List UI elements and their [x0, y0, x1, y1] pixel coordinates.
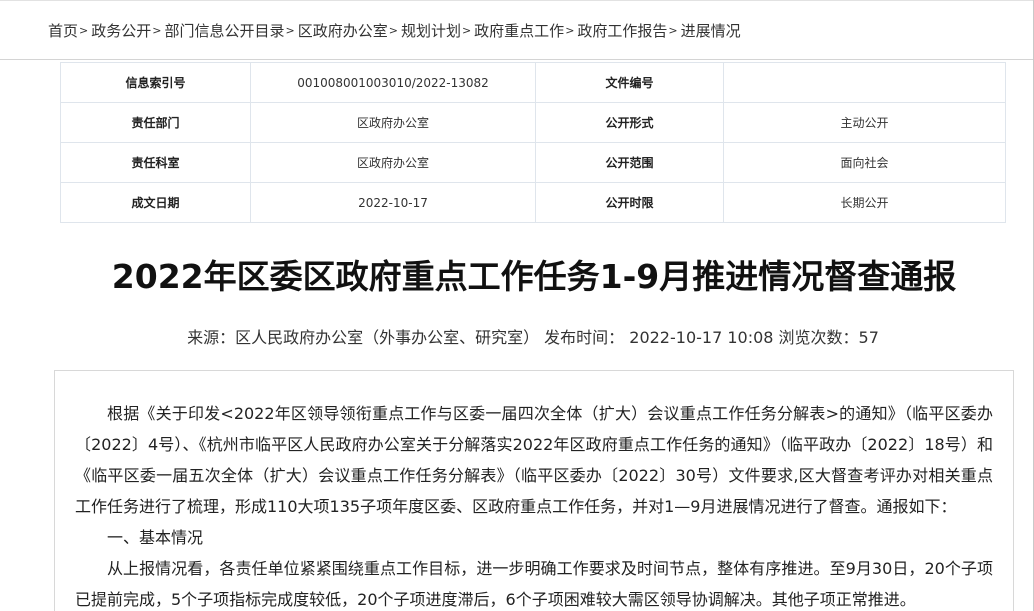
article-meta: 来源：区人民政府办公室（外事办公室、研究室） 发布时间： 2022-10-17 …	[187, 328, 879, 347]
responsible-dept-label: 责任部门	[60, 102, 251, 143]
breadcrumb-separator: >	[388, 23, 398, 37]
article-paragraph: 从上报情况看，各责任单位紧紧围绕重点工作目标，进一步明确工作要求及时间节点，整体…	[75, 559, 993, 609]
table-row: 责任部门 区政府办公室 公开形式 主动公开	[60, 102, 1006, 143]
table-row: 成文日期 2022-10-17 公开时限 长期公开	[60, 182, 1006, 223]
table-row: 责任科室 区政府办公室 公开范围 面向社会	[60, 142, 1006, 183]
document-info-table: 信息索引号 001008001003010/2022-13082 文件编号 责任…	[60, 62, 1006, 223]
index-number-label: 信息索引号	[60, 62, 251, 103]
breadcrumb-link-key-work[interactable]: 政府重点工作	[474, 20, 564, 41]
breadcrumb-link-dept-catalog[interactable]: 部门信息公开目录	[164, 20, 284, 41]
disclosure-form-label: 公开形式	[535, 102, 724, 143]
breadcrumb-link-district-office[interactable]: 区政府办公室	[298, 20, 388, 41]
written-date-label: 成文日期	[60, 182, 251, 223]
breadcrumb-home-link[interactable]: 首页	[48, 20, 78, 41]
index-number-value: 001008001003010/2022-13082	[250, 62, 536, 103]
disclosure-period-value: 长期公开	[723, 182, 1006, 223]
article-body: 根据《关于印发<2022年区领导领衔重点工作与区委一届四次全体（扩大）会议重点工…	[54, 370, 1014, 611]
breadcrumb-link-planning[interactable]: 规划计划	[401, 20, 461, 41]
breadcrumb-separator: >	[461, 23, 472, 37]
disclosure-period-label: 公开时限	[535, 182, 724, 223]
breadcrumb-link-work-report[interactable]: 政府工作报告	[577, 20, 667, 41]
disclosure-scope-label: 公开范围	[535, 142, 724, 183]
breadcrumb-separator: >	[79, 23, 89, 37]
disclosure-scope-value: 面向社会	[723, 142, 1006, 183]
breadcrumb-separator: >	[285, 23, 295, 37]
document-number-value	[723, 62, 1006, 103]
breadcrumb-link-gov-affairs[interactable]: 政务公开	[91, 20, 151, 41]
disclosure-form-value: 主动公开	[723, 102, 1006, 143]
responsible-section-label: 责任科室	[60, 142, 251, 183]
table-row: 信息索引号 001008001003010/2022-13082 文件编号	[60, 62, 1006, 103]
breadcrumb-separator: >	[668, 23, 678, 37]
document-number-label: 文件编号	[535, 62, 724, 103]
breadcrumb-separator: >	[565, 23, 575, 37]
article-paragraph: 根据《关于印发<2022年区领导领衔重点工作与区委一届四次全体（扩大）会议重点工…	[75, 404, 993, 516]
breadcrumb-link-progress[interactable]: 进展情况	[681, 20, 741, 41]
section-heading: 一、基本情况	[107, 528, 204, 547]
responsible-dept-value: 区政府办公室	[250, 102, 536, 143]
breadcrumb-separator: >	[152, 23, 162, 37]
responsible-section-value: 区政府办公室	[250, 142, 536, 183]
article-title: 2022年区委区政府重点工作任务1-9月推进情况督查通报	[111, 257, 957, 296]
breadcrumb: 首页 > 政务公开 > 部门信息公开目录 > 区政府办公室 > 规划计划 > 政府重点工作…	[0, 0, 1034, 60]
written-date-value: 2022-10-17	[250, 182, 536, 223]
